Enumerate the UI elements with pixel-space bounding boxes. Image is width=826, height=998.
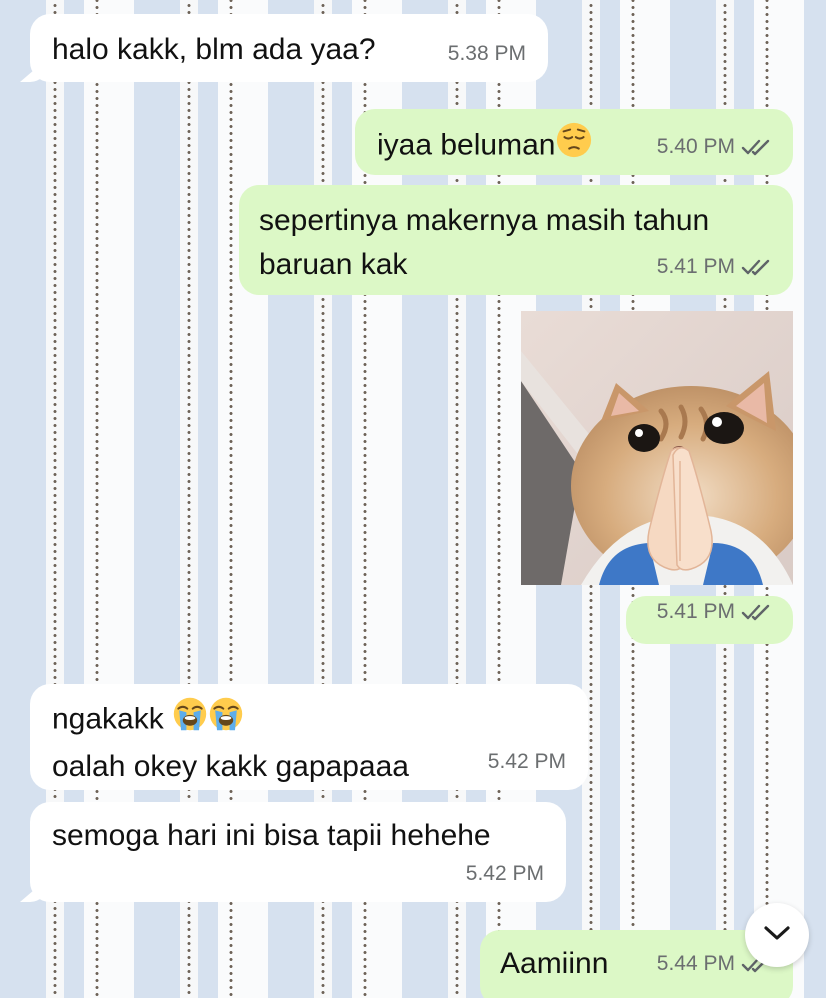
scroll-to-bottom-button[interactable] xyxy=(745,903,809,967)
message-text-content: ngakakk xyxy=(52,702,164,736)
double-check-icon xyxy=(741,257,773,277)
sticker-image[interactable] xyxy=(521,311,793,585)
timestamp-text: 5.42 PM xyxy=(487,750,566,773)
message-timestamp: 5.38 PM xyxy=(448,32,526,76)
chevron-down-icon xyxy=(762,923,792,948)
timestamp-text: 5.40 PM xyxy=(656,135,735,158)
message-text: ngakakk xyxy=(52,696,588,745)
timestamp-text: 5.42 PM xyxy=(465,862,544,885)
sticker-timestamp-bubble: 5.41 PM xyxy=(626,596,793,644)
message-timestamp: 5.42 PM xyxy=(466,852,544,896)
message-bubble-incoming[interactable]: semoga hari ini bisa tapii hehehe 5.42 P… xyxy=(30,802,566,902)
double-check-icon xyxy=(741,137,773,157)
message-timestamp: 5.40 PM xyxy=(657,125,773,169)
double-check-icon xyxy=(741,602,773,622)
message-text: sepertinya makernya masih tahun xyxy=(259,204,710,237)
timestamp-text: 5.41 PM xyxy=(656,255,735,278)
message-bubble-outgoing[interactable]: sepertinya makernya masih tahun baruan k… xyxy=(239,185,793,295)
message-text-content: iyaa beluman xyxy=(377,128,556,162)
message-timestamp: 5.42 PM xyxy=(488,740,566,784)
message-timestamp: 5.41 PM xyxy=(657,590,773,634)
pensive-face-icon xyxy=(555,121,593,172)
loudly-crying-face-icon xyxy=(208,696,244,745)
timestamp-text: 5.38 PM xyxy=(447,42,526,65)
message-bubble-incoming[interactable]: halo kakk, blm ada yaa? 5.38 PM xyxy=(30,14,548,82)
message-bubble-incoming[interactable]: ngakakk oalah okey kakk gapapaaa 5.42 PM xyxy=(30,684,588,790)
cat-praying-hands-sticker xyxy=(521,311,793,585)
timestamp-text: 5.41 PM xyxy=(656,600,735,623)
timestamp-text: 5.44 PM xyxy=(656,952,735,975)
loudly-crying-face-icon xyxy=(172,696,208,745)
message-timestamp: 5.41 PM xyxy=(657,245,773,289)
message-bubble-outgoing[interactable]: iyaa beluman 5.40 PM xyxy=(355,109,793,175)
